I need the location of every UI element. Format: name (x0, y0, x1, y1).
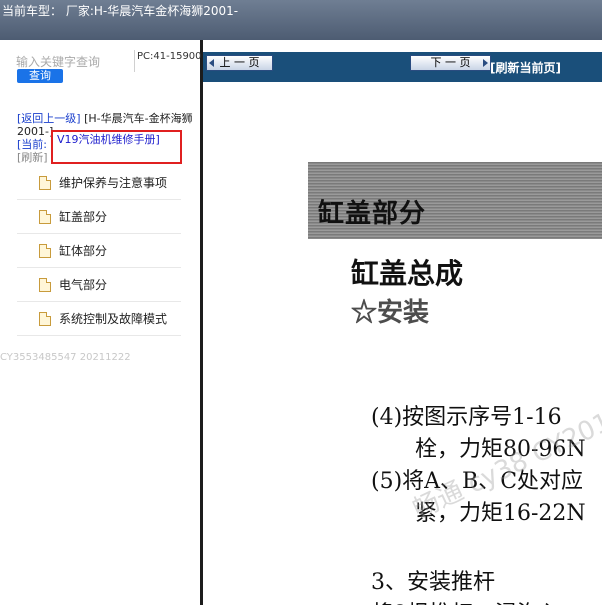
document-icon (39, 311, 51, 326)
document-icon (39, 243, 51, 258)
divider (134, 50, 135, 72)
refresh-link[interactable]: [刷新] (17, 151, 48, 164)
current-manual-highlight[interactable]: V19汽油机维修手册] (51, 130, 182, 164)
current-label: [当前: (17, 138, 47, 151)
arrow-left-icon (209, 59, 214, 67)
document-icon (39, 277, 51, 292)
page-toolbar: 上 一 页 下 一 页 [刷新当前页] (203, 52, 602, 82)
content-pane: 上 一 页 下 一 页 [刷新当前页] 缸盖部分 缸盖总成 ☆安装 (4)按图示… (203, 40, 602, 605)
back-link[interactable]: [返回上一级] (17, 112, 81, 125)
tree-item-system-control[interactable]: 系统控制及故障模式 (17, 302, 181, 336)
page-heading: 缸盖总成 (351, 257, 464, 290)
section-title: 缸盖部分 (318, 199, 427, 229)
document-icon (39, 209, 51, 224)
search-button[interactable]: 查询 (17, 69, 63, 83)
breadcrumb: [返回上一级] [H-华晨汽车-金杯海狮2001-] [当前: [刷新] V19… (17, 112, 197, 164)
tree-item-cylinder-block[interactable]: 缸体部分 (17, 234, 181, 268)
document-icon (39, 175, 51, 190)
instruction-line: 3、安装推杆 (371, 570, 495, 595)
tree-item-cylinder-head[interactable]: 缸盖部分 (17, 200, 181, 234)
tree-item-label: 维护保养与注意事项 (59, 176, 168, 190)
tree-item-label: 系统控制及故障模式 (59, 312, 168, 326)
current-manual-name: V19汽油机维修手册] (57, 133, 160, 146)
manual-tree: 维护保养与注意事项 缸盖部分 缸体部分 电气部分 系统控制及故障模式 (17, 166, 181, 336)
tree-item-electrical[interactable]: 电气部分 (17, 268, 181, 302)
refresh-page-link[interactable]: [刷新当前页] (490, 59, 561, 76)
manual-page: 缸盖部分 缸盖总成 ☆安装 (4)按图示序号1-16 栓，力矩80-96N (5… (203, 82, 602, 605)
left-sidebar: 查询 PC:41-15900 [返回上一级] [H-华晨汽车-金杯海狮2001-… (0, 40, 203, 605)
next-page-button[interactable]: 下 一 页 (410, 55, 491, 71)
tree-item-label: 缸盖部分 (59, 210, 108, 224)
arrow-right-icon (483, 59, 488, 67)
footer-code: CY3553485547 20211222 (0, 352, 131, 363)
tree-item-label: 电气部分 (59, 278, 108, 292)
tree-item-maintenance[interactable]: 维护保养与注意事项 (17, 166, 181, 200)
next-page-label: 下 一 页 (430, 56, 471, 69)
page-subheading: ☆安装 (351, 298, 430, 328)
window-title: 当前车型： 厂家:H-华晨汽车金杯海狮2001- (2, 4, 239, 18)
tree-item-label: 缸体部分 (59, 244, 108, 258)
window-titlebar: 当前车型： 厂家:H-华晨汽车金杯海狮2001- (0, 0, 602, 40)
pc-code: PC:41-15900 (137, 51, 201, 62)
prev-page-button[interactable]: 上 一 页 (206, 55, 273, 71)
instruction-line: 将8根推杆，浸泡入 (371, 596, 561, 605)
prev-page-label: 上 一 页 (219, 56, 260, 69)
instruction-line: (4)按图示序号1-16 (371, 405, 562, 430)
